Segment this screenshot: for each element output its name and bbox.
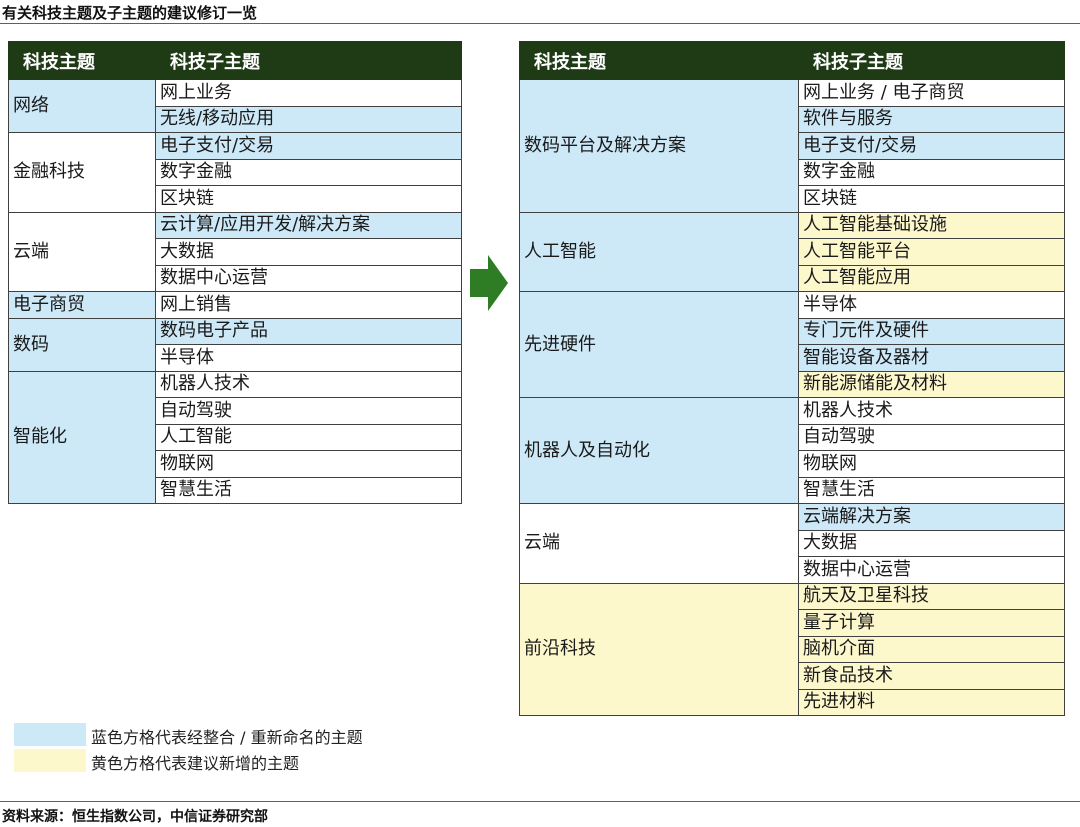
subtheme-cell: 物联网 [798, 450, 1065, 478]
theme-cell: 先进硬件 [519, 291, 799, 398]
header-subtheme: 科技子主题 [155, 41, 462, 80]
revised-themes-table: 科技主题 科技子主题 数码平台及解决方案 网上业务 / 电子商贸 软件与服务 电子支付… [519, 41, 1065, 716]
table-row: 电子商贸 网上销售 [8, 291, 462, 319]
subtheme-cell: 自动驾驶 [155, 397, 462, 425]
theme-cell: 人工智能 [519, 211, 799, 292]
subtheme-cell: 先进材料 [798, 688, 1065, 716]
subtheme-cell: 专门元件及硬件 [798, 317, 1065, 345]
subtheme-cell: 人工智能 [155, 423, 462, 451]
subtheme-cell: 半导体 [155, 344, 462, 372]
subtheme-cell: 量子计算 [798, 609, 1065, 637]
title-divider [0, 23, 1080, 24]
theme-cell: 数码 [8, 317, 156, 372]
subtheme-cell: 自动驾驶 [798, 423, 1065, 451]
subtheme-cell: 数字金融 [155, 158, 462, 186]
current-themes-table: 科技主题 科技子主题 网络 网上业务 无线/移动应用 金融科技 电子支付/交易 数字金融区… [8, 41, 462, 504]
subtheme-cell: 区块链 [155, 185, 462, 213]
subtheme-cell: 云计算/应用开发/解决方案 [155, 211, 462, 239]
subtheme-cell: 电子支付/交易 [798, 132, 1065, 160]
subtheme-cell: 数码电子产品 [155, 317, 462, 345]
right-arrow-icon [470, 255, 508, 311]
theme-cell: 云端 [519, 503, 799, 584]
table-row: 机器人及自动化 机器人技术 [519, 397, 1065, 504]
subtheme-cell: 电子支付/交易 [155, 132, 462, 160]
subtheme-cell: 云端解决方案 [798, 503, 1065, 531]
table-row: 智能化 机器人技术 [8, 370, 462, 504]
subtheme-cell: 大数据 [155, 238, 462, 266]
table-row: 人工智能 人工智能基础设施 [519, 211, 1065, 292]
subtheme-cell: 智慧生活 [798, 476, 1065, 504]
theme-cell: 电子商贸 [8, 291, 156, 319]
footer-divider [0, 801, 1080, 802]
subtheme-cell: 半导体 [798, 291, 1065, 319]
subtheme-cell: 软件与服务 [798, 105, 1065, 133]
subtheme-cell: 新食品技术 [798, 662, 1065, 690]
legend-swatch-yellow [14, 749, 86, 772]
subtheme-cell: 智能设备及器材 [798, 344, 1065, 372]
subtheme-cell: 智慧生活 [155, 476, 462, 504]
subtheme-cell: 新能源储能及材料 [798, 370, 1065, 398]
subtheme-cell: 航天及卫星科技 [798, 582, 1065, 610]
subtheme-cell: 区块链 [798, 185, 1065, 213]
subtheme-cell: 网上业务 [155, 79, 462, 107]
table-row: 前沿科技 航天及卫星科技 [519, 582, 1065, 716]
header-subtheme: 科技子主题 [798, 41, 1065, 80]
legend-blue-label: 蓝色方格代表经整合 / 重新命名的主题 [91, 728, 363, 747]
subtheme-cell: 数据中心运营 [798, 556, 1065, 584]
subtheme-cell: 机器人技术 [798, 397, 1065, 425]
subtheme-cell: 大数据 [798, 529, 1065, 557]
subtheme-cell: 网上业务 / 电子商贸 [798, 79, 1065, 107]
header-theme: 科技主题 [519, 41, 799, 80]
table-row: 云端 云端解决方案 [519, 503, 1065, 584]
legend-yellow-label: 黄色方格代表建议新增的主题 [91, 754, 300, 773]
theme-cell: 金融科技 [8, 132, 156, 213]
source-note: 资料来源：恒生指数公司，中信证券研究部 [2, 809, 268, 825]
subtheme-cell: 网上销售 [155, 291, 462, 319]
subtheme-cell: 无线/移动应用 [155, 105, 462, 133]
legend-swatch-blue [14, 723, 86, 746]
subtheme-cell: 脑机介面 [798, 635, 1065, 663]
table-row: 数码 数码电子产品 [8, 317, 462, 372]
table-row: 云端 云计算/应用开发/解决方案 [8, 211, 462, 292]
subtheme-cell: 物联网 [155, 450, 462, 478]
theme-cell: 网络 [8, 79, 156, 133]
subtheme-cell: 人工智能应用 [798, 264, 1065, 292]
subtheme-cell: 人工智能基础设施 [798, 211, 1065, 239]
theme-cell: 前沿科技 [519, 582, 799, 716]
theme-cell: 智能化 [8, 370, 156, 504]
subtheme-cell: 机器人技术 [155, 370, 462, 398]
table-row: 网络 网上业务 [8, 79, 462, 133]
theme-cell: 数码平台及解决方案 [519, 79, 799, 213]
theme-cell: 云端 [8, 211, 156, 292]
page-title: 有关科技主题及子主题的建议修订一览 [2, 4, 258, 22]
table-row: 先进硬件 半导体 [519, 291, 1065, 398]
header-theme: 科技主题 [8, 41, 156, 80]
theme-cell: 机器人及自动化 [519, 397, 799, 504]
subtheme-cell: 人工智能平台 [798, 238, 1065, 266]
table-row: 数码平台及解决方案 网上业务 / 电子商贸 [519, 79, 1065, 213]
table-row: 金融科技 电子支付/交易 [8, 132, 462, 213]
subtheme-cell: 数据中心运营 [155, 264, 462, 292]
subtheme-cell: 数字金融 [798, 158, 1065, 186]
